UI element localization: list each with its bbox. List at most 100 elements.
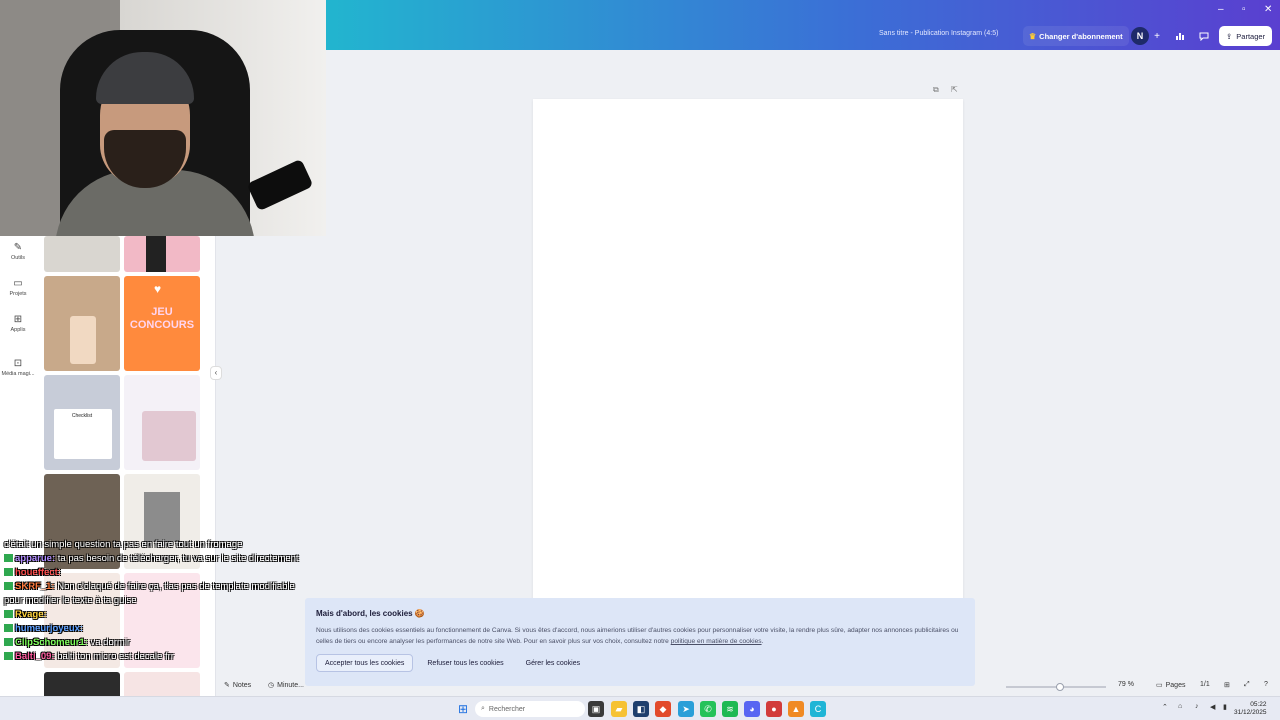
plus-icon[interactable]: +	[1148, 27, 1166, 45]
chat-username[interactable]: ClipSchomeur1:	[15, 637, 88, 648]
chat-badge-icon	[4, 638, 13, 647]
template-card[interactable]: Checklist	[44, 375, 120, 470]
sidebar-item-apps[interactable]: ⊞ Applis	[0, 314, 36, 333]
discord-icon[interactable]: ◕	[744, 701, 760, 717]
chat-username[interactable]: apparue:	[15, 553, 55, 564]
chevron-up-icon[interactable]: ⌃	[1162, 703, 1168, 711]
chat-message: apparue: ta pas besoin de télécharger, t…	[0, 552, 300, 566]
clock-time: 05:22	[1250, 701, 1267, 708]
cookie-banner: Mais d'abord, les cookies 🍪 Nous utiliso…	[305, 598, 975, 686]
chat-badge-icon	[4, 610, 13, 619]
chat-badge-icon	[4, 568, 13, 577]
share-label: Partager	[1236, 31, 1266, 41]
chat-username[interactable]: Rvage:	[15, 609, 47, 620]
wand-icon: ✎	[13, 242, 23, 253]
template-title: JEU CONCOURS	[129, 306, 195, 331]
fullscreen-icon[interactable]: ⤢	[1244, 681, 1250, 689]
cookie-actions: Accepter tous les cookies Refuser tous l…	[316, 654, 964, 672]
screen: – ▫ ✕ Sans titre - Publication Instagram…	[0, 0, 1280, 720]
chat-badge-icon	[4, 652, 13, 661]
chat-message: ClipSchomeur1: va dormir	[0, 636, 300, 650]
crown-icon: ♛	[1029, 31, 1037, 41]
pages-label: Pages	[1165, 681, 1186, 689]
volume-icon[interactable]: ◀	[1210, 703, 1215, 711]
chat-message: SKRF_1: Non c'claqué de faire ça, t'as p…	[0, 580, 300, 608]
telegram-icon[interactable]: ➤	[678, 701, 694, 717]
template-card[interactable]	[44, 236, 120, 272]
upgrade-button[interactable]: ♛ Changer d'abonnement	[1023, 26, 1129, 46]
pages-button[interactable]: ▭ Pages	[1156, 681, 1186, 690]
mic-icon[interactable]: ♪	[1195, 703, 1199, 710]
stats-icon[interactable]	[1171, 27, 1189, 45]
page-count: 1/1	[1200, 681, 1210, 688]
brave-icon[interactable]: ◆	[655, 701, 671, 717]
close-window-button[interactable]: ✕	[1264, 4, 1272, 15]
battery-icon[interactable]: ▮	[1223, 703, 1227, 711]
chat-message: humeurjoyeux:	[0, 622, 300, 636]
comment-icon[interactable]	[1195, 27, 1213, 45]
clock[interactable]: 05:22 31/12/2025	[1234, 701, 1267, 717]
stream-chat: c'était un simple question ta pas en fai…	[0, 538, 310, 720]
zoom-value[interactable]: 79 %	[1118, 681, 1134, 688]
minimize-button[interactable]: –	[1218, 4, 1224, 15]
maximize-button[interactable]: ▫	[1242, 4, 1246, 15]
webcam-overlay	[0, 0, 326, 236]
folder-icon: ▭	[13, 278, 23, 289]
sidebar-item-projects[interactable]: ▭ Projets	[0, 278, 36, 297]
grid-view-icon[interactable]: ⊞	[1224, 681, 1230, 689]
document-title[interactable]: Sans titre - Publication Instagram (4:5)	[879, 30, 998, 37]
chat-username[interactable]: houeffect:	[15, 567, 61, 578]
chat-text: balti ton micro est decale frr	[54, 651, 174, 662]
template-card[interactable]: ♥ JEU CONCOURS	[124, 276, 200, 371]
windows-start-icon[interactable]: ⊞	[455, 701, 471, 717]
editor-header: – ▫ ✕ Sans titre - Publication Instagram…	[326, 0, 1280, 50]
chat-username[interactable]: Balti_09:	[15, 651, 55, 662]
refuse-cookies-button[interactable]: Refuser tous les cookies	[419, 654, 511, 672]
obs-icon[interactable]: ●	[766, 701, 782, 717]
canva-icon[interactable]: C	[810, 701, 826, 717]
add-page-icon[interactable]: ⇱	[951, 85, 961, 95]
design-canvas[interactable]	[533, 99, 963, 609]
cookie-policy-link[interactable]: politique en matière de cookies	[671, 638, 762, 645]
chat-text: va dormir	[87, 637, 131, 648]
avatar[interactable]: N	[1131, 27, 1149, 45]
cookie-text: Nous utilisons des cookies essentiels au…	[316, 627, 959, 645]
chat-message: Balti_09: balti ton micro est decale frr	[0, 650, 300, 664]
duplicate-page-icon[interactable]: ⧉	[933, 85, 943, 95]
zoom-slider[interactable]	[1006, 683, 1106, 691]
template-title: Checklist	[71, 413, 93, 419]
taskbar-search[interactable]: ⌕ Rechercher	[475, 701, 585, 717]
template-card[interactable]	[44, 276, 120, 371]
sidebar-item-label: Projets	[9, 291, 27, 297]
magic-media-icon: ⊡	[13, 358, 23, 369]
app-icon[interactable]: ▲	[788, 701, 804, 717]
accept-cookies-button[interactable]: Accepter tous les cookies	[316, 654, 414, 672]
apps-icon: ⊞	[13, 314, 23, 325]
chat-username[interactable]: SKRF_1:	[15, 581, 55, 592]
template-card[interactable]	[124, 236, 200, 272]
collapse-panel-button[interactable]: ‹	[210, 366, 222, 380]
file-explorer-icon[interactable]: ▰	[611, 701, 627, 717]
chat-message: houeffect:	[0, 566, 300, 580]
chat-badge-icon	[4, 554, 13, 563]
spotify-icon[interactable]: ≋	[722, 701, 738, 717]
template-card[interactable]	[124, 375, 200, 470]
clock-date: 31/12/2025	[1234, 709, 1267, 716]
chat-username[interactable]: humeurjoyeux:	[15, 623, 83, 634]
sidebar-item-tools[interactable]: ✎ Outils	[0, 242, 36, 261]
sidebar-item-magic-media[interactable]: ⊡ Média magi...	[0, 358, 36, 377]
chat-text: ta pas besoin de télécharger, tu va sur …	[55, 553, 299, 564]
sidebar-item-label: Applis	[10, 327, 26, 333]
cookie-title: Mais d'abord, les cookies 🍪	[316, 609, 425, 618]
network-icon[interactable]: ⌂	[1178, 703, 1182, 710]
zoom-slider-handle[interactable]	[1056, 683, 1064, 691]
whatsapp-icon[interactable]: ✆	[700, 701, 716, 717]
store-icon[interactable]: ◧	[633, 701, 649, 717]
search-placeholder: Rechercher	[488, 705, 526, 713]
search-icon: ⌕	[481, 705, 485, 712]
manage-cookies-button[interactable]: Gérer les cookies	[518, 654, 588, 672]
task-view-icon[interactable]: ▣	[588, 701, 604, 717]
help-icon[interactable]: ?	[1264, 681, 1268, 688]
share-button[interactable]: ⇪ Partager	[1219, 26, 1273, 46]
chat-text: c'était un simple question ta pas en fai…	[4, 539, 243, 550]
